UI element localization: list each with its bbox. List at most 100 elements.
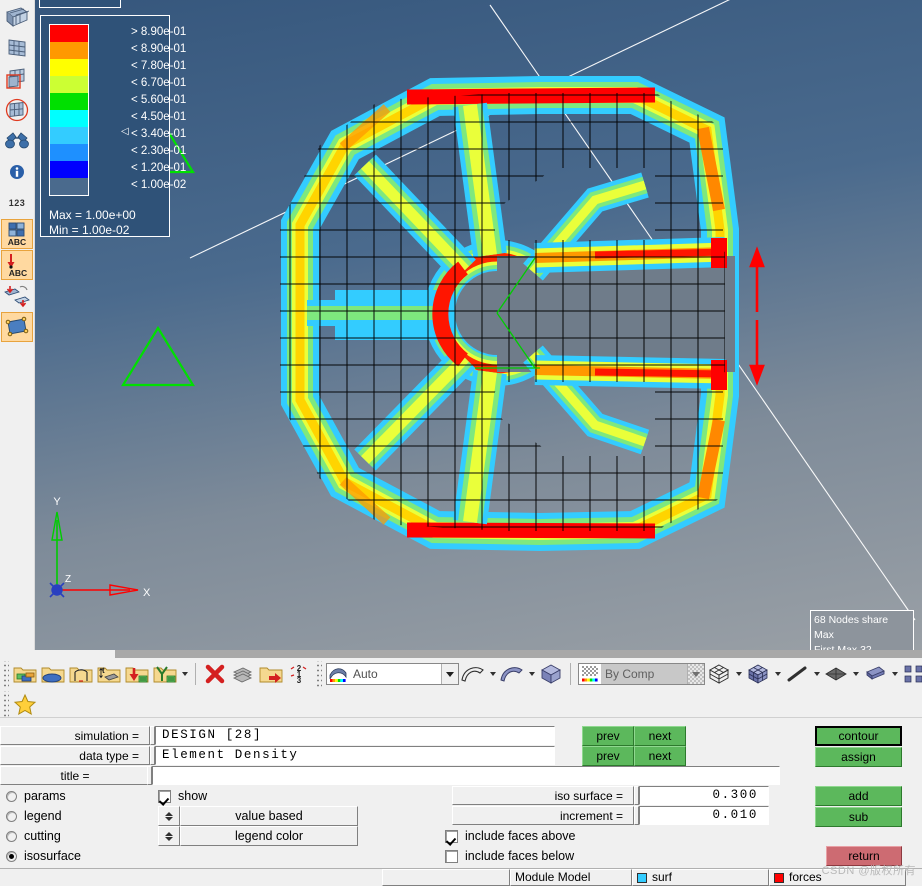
mode-legend[interactable]: legend (0, 806, 150, 826)
label-elements-icon[interactable]: ABC (1, 219, 33, 249)
data-type-label[interactable]: data type = (0, 746, 150, 765)
copy-stack-icon[interactable] (229, 660, 257, 688)
shaded-cube-icon[interactable] (744, 660, 772, 688)
delete-icon[interactable] (201, 660, 229, 688)
simulation-label[interactable]: simulation = (0, 726, 150, 745)
show-checkbox-row[interactable]: show (158, 786, 207, 806)
open-database-icon[interactable] (39, 660, 67, 688)
binoculars-icon[interactable] (1, 126, 33, 156)
show-checkbox[interactable] (158, 789, 171, 803)
include-faces-below-checkbox[interactable] (445, 849, 458, 863)
toolbar-grip-2[interactable] (315, 661, 322, 687)
contour-mode-combo[interactable]: Auto (326, 663, 459, 685)
module-cell[interactable]: Module Model (510, 869, 632, 886)
plate-dropdown[interactable] (889, 660, 900, 688)
import-geometry-icon[interactable] (67, 660, 95, 688)
value-based-spinner[interactable] (158, 806, 180, 826)
surface-shade-dropdown[interactable] (526, 660, 537, 688)
svg-text:3: 3 (297, 676, 302, 685)
legend-value: < 2.30e-01 (131, 145, 187, 157)
datatype-next-button[interactable]: next (634, 746, 686, 766)
include-faces-above-row[interactable]: include faces above (445, 826, 576, 846)
surface-curve-dropdown[interactable] (487, 660, 498, 688)
surf-color-swatch (637, 872, 647, 883)
data-type-field[interactable]: Element Density (155, 746, 555, 765)
mode-cutting[interactable]: cutting (0, 826, 150, 846)
surface-shade-icon[interactable] (498, 660, 526, 688)
color-by-combo[interactable]: By Comp (578, 663, 705, 685)
title-label[interactable]: title = (0, 766, 150, 785)
isosurface-radio[interactable] (6, 850, 17, 862)
surf-cell[interactable]: surf (632, 869, 769, 886)
blank-cell[interactable] (382, 869, 510, 886)
contour-mode-dropdown-arrow[interactable] (441, 664, 458, 684)
mesh-circle-icon[interactable] (1, 95, 33, 125)
mode-isosurface[interactable]: isosurface (0, 846, 150, 866)
mode-params[interactable]: params (0, 786, 150, 806)
color-by-dropdown-arrow[interactable] (687, 664, 704, 684)
legend-color-button[interactable]: legend color (180, 826, 358, 846)
contour-mode-value[interactable]: Auto (349, 664, 441, 684)
plate-icon[interactable] (861, 660, 889, 688)
cutting-radio[interactable] (6, 830, 17, 842)
paste-folder-icon[interactable] (257, 660, 285, 688)
simulation-field[interactable]: DESIGN [28] (155, 726, 555, 745)
thickness-icon[interactable]: t (95, 660, 123, 688)
forces-color-swatch (774, 872, 784, 883)
return-button[interactable]: return (826, 846, 902, 866)
shrink-elements-icon[interactable] (822, 660, 850, 688)
increment-label[interactable]: increment = (452, 806, 634, 825)
show-label: show (178, 789, 208, 803)
wireframe-cube-dropdown[interactable] (733, 660, 744, 688)
info-icon[interactable] (1, 157, 33, 187)
assign-button[interactable]: assign (815, 747, 902, 767)
swap-faces-icon[interactable] (1, 281, 33, 311)
new-model-icon[interactable] (11, 660, 39, 688)
increment-field[interactable]: 0.010 (639, 806, 769, 825)
forces-cell[interactable]: forces (769, 869, 906, 886)
favorite-star-icon[interactable] (11, 690, 39, 718)
edge-line-dropdown[interactable] (811, 660, 822, 688)
include-faces-above-checkbox[interactable] (445, 829, 458, 843)
toolbar-row-1: t 2 1 3 Auto By Comp (0, 658, 922, 690)
include-faces-below-row[interactable]: include faces below (445, 846, 574, 866)
shaded-cube-dropdown[interactable] (772, 660, 783, 688)
numbers-icon[interactable]: 123 (1, 188, 33, 218)
contour-legend[interactable]: > 8.90e-01 < 8.90e-01 < 7.80e-01 < 6.70e… (40, 15, 186, 237)
mesh-shaded-icon[interactable] (1, 33, 33, 63)
merge-branch-dropdown[interactable] (179, 660, 190, 688)
toolbar-grip-3[interactable] (2, 691, 9, 717)
simulation-prev-button[interactable]: prev (582, 726, 634, 746)
legend-radio[interactable] (6, 810, 17, 822)
graphics-viewport[interactable]: Y X Z > 8.90e-01 < 8.90e-01 < 7.80e-01 <… (35, 0, 922, 650)
group-view-icon[interactable] (900, 660, 922, 688)
add-button[interactable]: add (815, 786, 902, 806)
shrink-elements-dropdown[interactable] (850, 660, 861, 688)
color-by-value[interactable]: By Comp (601, 664, 687, 684)
datatype-prev-button[interactable]: prev (582, 746, 634, 766)
params-radio[interactable] (6, 790, 17, 802)
label-values-icon[interactable]: ABC (1, 250, 33, 280)
title-field[interactable] (152, 766, 780, 785)
wireframe-cube-icon[interactable] (705, 660, 733, 688)
legend-color-spinner[interactable] (158, 826, 180, 846)
sub-button[interactable]: sub (815, 807, 902, 827)
toolbar-grip[interactable] (2, 661, 9, 687)
solid-cube-icon[interactable] (537, 660, 565, 688)
surface-curve-icon[interactable] (459, 660, 487, 688)
edge-line-icon[interactable] (783, 660, 811, 688)
export-down-icon[interactable] (123, 660, 151, 688)
contour-button[interactable]: contour (815, 726, 902, 746)
legend-level-marker[interactable]: ◁ (121, 126, 129, 137)
legend-value: < 7.80e-01 (131, 60, 187, 72)
surface-patch-icon[interactable] (1, 312, 33, 342)
simulation-next-button[interactable]: next (634, 726, 686, 746)
value-based-button[interactable]: value based (180, 806, 358, 826)
merge-branch-icon[interactable] (151, 660, 179, 688)
iso-surface-label[interactable]: iso surface = (452, 786, 634, 805)
mesh-plot-icon[interactable] (1, 2, 33, 32)
first-max-text: First Max 32 (814, 644, 872, 650)
mesh-crop-icon[interactable] (1, 64, 33, 94)
iso-surface-field[interactable]: 0.300 (639, 786, 769, 805)
renumber-icon[interactable]: 2 1 3 (285, 660, 313, 688)
